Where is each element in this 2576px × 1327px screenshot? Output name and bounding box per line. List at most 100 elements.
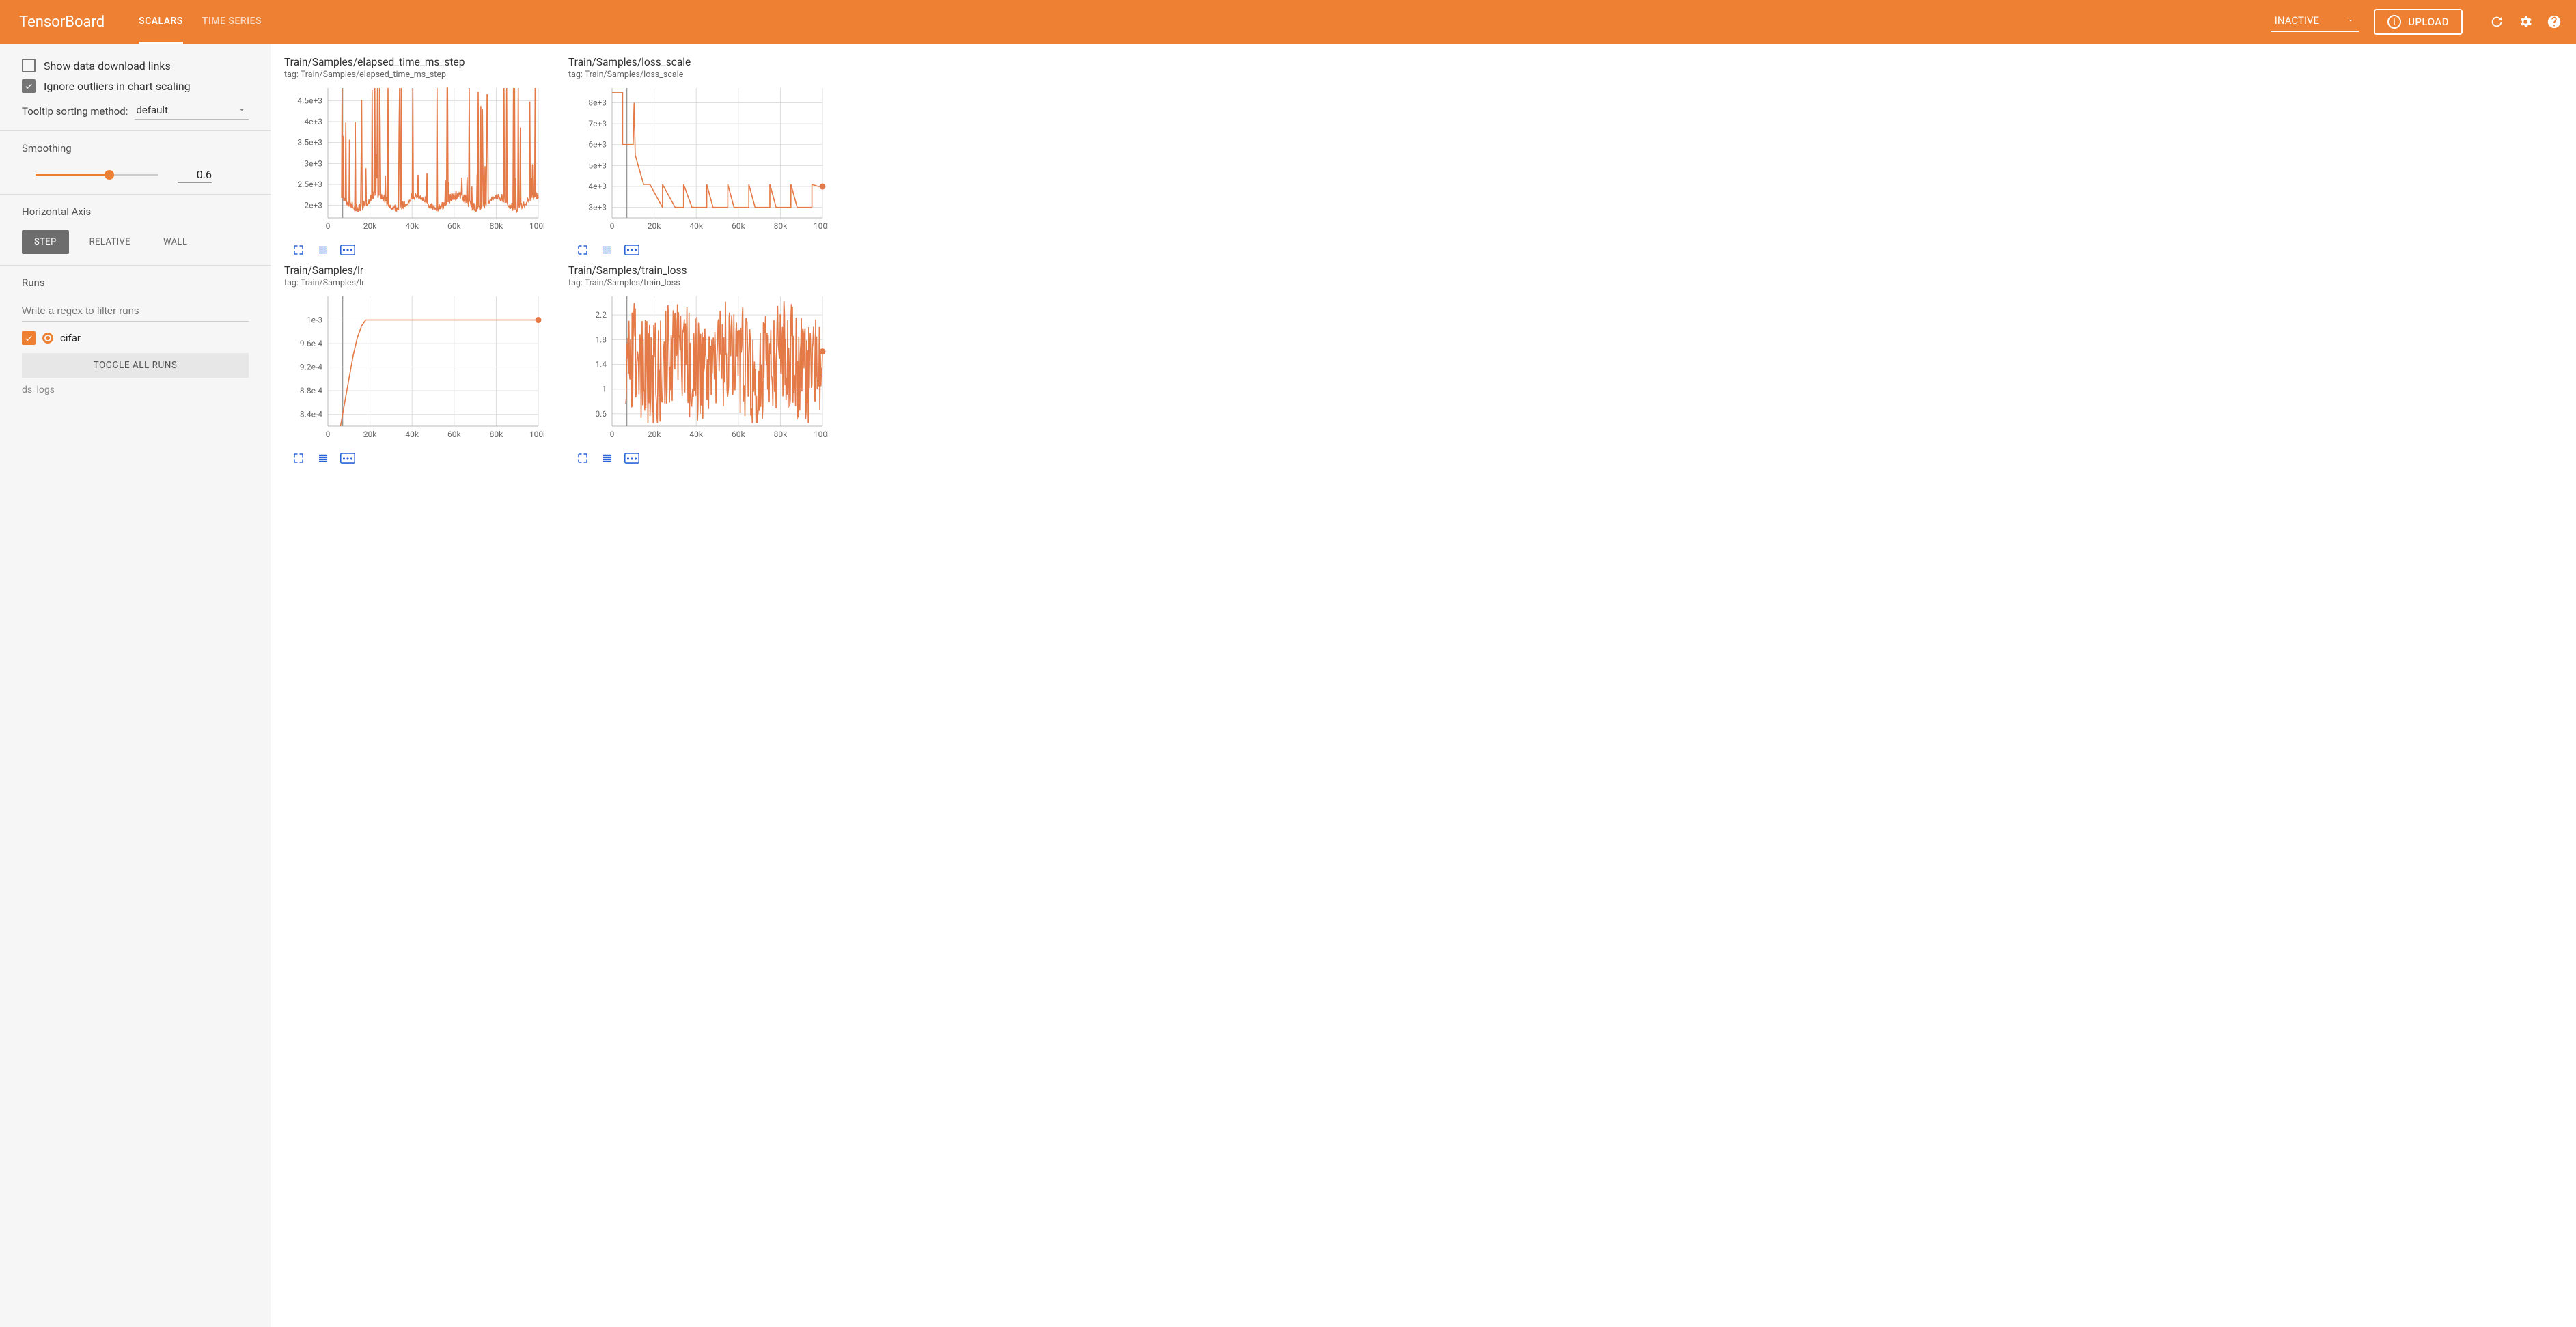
show-download-links-checkbox[interactable]: Show data download links xyxy=(22,59,249,72)
svg-text:60k: 60k xyxy=(732,221,745,231)
logdir-label: ds_logs xyxy=(22,385,249,395)
chart-toolbar xyxy=(284,451,564,466)
svg-text:9.2e-4: 9.2e-4 xyxy=(300,363,322,372)
svg-text:5e+3: 5e+3 xyxy=(588,160,607,170)
axis-relative-button[interactable]: RELATIVE xyxy=(77,230,143,254)
svg-text:100k: 100k xyxy=(529,430,544,439)
svg-text:8.4e-4: 8.4e-4 xyxy=(300,410,322,419)
help-icon xyxy=(2547,14,2562,29)
svg-text:8.8e-4: 8.8e-4 xyxy=(300,386,322,395)
svg-text:0.6: 0.6 xyxy=(595,409,607,419)
checkbox-label: Ignore outliers in chart scaling xyxy=(44,80,191,93)
ignore-outliers-checkbox[interactable]: Ignore outliers in chart scaling xyxy=(22,79,249,93)
chart-plot[interactable]: 020k40k60k80k100k0.611.41.82.2 xyxy=(568,292,828,444)
svg-text:4e+3: 4e+3 xyxy=(304,117,322,126)
svg-text:7e+3: 7e+3 xyxy=(588,119,607,128)
svg-text:3.5e+3: 3.5e+3 xyxy=(297,138,322,148)
chart-tag: tag: Train/Samples/loss_scale xyxy=(568,70,848,80)
smoothing-label: Smoothing xyxy=(22,142,249,154)
axis-wall-button[interactable]: WALL xyxy=(151,230,199,254)
chart-plot[interactable]: 020k40k60k80k100k2e+32.5e+33e+33.5e+34e+… xyxy=(284,84,544,236)
svg-text:20k: 20k xyxy=(363,430,377,439)
tab-scalars[interactable]: SCALARS xyxy=(139,0,183,44)
toggle-log-button[interactable] xyxy=(316,451,331,466)
chart-tag: tag: Train/Samples/train_loss xyxy=(568,278,848,288)
slider-thumb-icon xyxy=(105,170,114,180)
svg-text:2.5e+3: 2.5e+3 xyxy=(297,180,322,189)
expand-chart-button[interactable] xyxy=(291,451,306,466)
svg-text:4e+3: 4e+3 xyxy=(588,182,607,191)
svg-text:60k: 60k xyxy=(447,221,461,231)
chart-toolbar xyxy=(568,451,848,466)
fit-domain-button[interactable] xyxy=(624,242,639,257)
checkbox-icon xyxy=(22,59,36,72)
axis-step-button[interactable]: STEP xyxy=(22,230,69,254)
runs-filter-input[interactable] xyxy=(22,301,249,322)
svg-text:2e+3: 2e+3 xyxy=(304,201,322,210)
expand-chart-button[interactable] xyxy=(575,242,590,257)
checkbox-label: Show data download links xyxy=(44,59,171,72)
svg-text:8e+3: 8e+3 xyxy=(588,98,607,107)
info-icon: i xyxy=(2387,15,2401,29)
expand-chart-button[interactable] xyxy=(575,451,590,466)
svg-text:9.6e-4: 9.6e-4 xyxy=(300,339,322,348)
svg-text:40k: 40k xyxy=(689,221,703,231)
settings-button[interactable] xyxy=(2517,14,2534,30)
run-item: cifar xyxy=(22,331,249,345)
toggle-all-runs-button[interactable]: TOGGLE ALL RUNS xyxy=(22,353,249,378)
expand-chart-button[interactable] xyxy=(291,242,306,257)
svg-text:1.4: 1.4 xyxy=(595,360,607,369)
chart-card: Train/Samples/loss_scale tag: Train/Samp… xyxy=(568,56,848,257)
smoothing-value-input[interactable]: 0.6 xyxy=(178,167,212,183)
checkbox-checked-icon xyxy=(22,79,36,93)
chevron-down-icon xyxy=(2346,16,2355,25)
axis-button-group: STEP RELATIVE WALL xyxy=(22,230,249,254)
svg-text:20k: 20k xyxy=(363,221,377,231)
chart-plot[interactable]: 020k40k60k80k100k3e+34e+35e+36e+37e+38e+… xyxy=(568,84,828,236)
inactive-label: INACTIVE xyxy=(2275,14,2319,27)
chart-title: Train/Samples/elapsed_time_ms_step xyxy=(284,56,564,68)
run-color-icon xyxy=(42,333,53,344)
run-checkbox[interactable] xyxy=(22,331,36,345)
svg-text:60k: 60k xyxy=(732,430,745,439)
svg-text:4.5e+3: 4.5e+3 xyxy=(297,96,322,105)
gear-icon xyxy=(2518,14,2533,29)
tooltip-sort-select[interactable]: default xyxy=(135,102,249,120)
chart-tag: tag: Train/Samples/elapsed_time_ms_step xyxy=(284,70,564,80)
sidebar: Show data download links Ignore outliers… xyxy=(0,44,271,1327)
svg-text:1.8: 1.8 xyxy=(595,335,607,344)
fit-domain-button[interactable] xyxy=(624,451,639,466)
upload-button[interactable]: i UPLOAD xyxy=(2374,9,2463,35)
svg-text:3e+3: 3e+3 xyxy=(304,158,322,168)
svg-text:0: 0 xyxy=(610,221,615,231)
fit-domain-button[interactable] xyxy=(340,451,355,466)
svg-text:3e+3: 3e+3 xyxy=(588,203,607,212)
help-button[interactable] xyxy=(2546,14,2562,30)
toggle-log-button[interactable] xyxy=(600,242,615,257)
svg-text:100k: 100k xyxy=(529,221,544,231)
svg-text:40k: 40k xyxy=(405,430,419,439)
header-tabs: SCALARS TIME SERIES xyxy=(139,0,262,44)
toggle-log-button[interactable] xyxy=(600,451,615,466)
chart-toolbar xyxy=(568,242,848,257)
chart-card: Train/Samples/lr tag: Train/Samples/lr 0… xyxy=(284,264,564,466)
svg-text:1e-3: 1e-3 xyxy=(307,316,322,325)
tooltip-sort-value: default xyxy=(136,104,168,116)
smoothing-slider[interactable] xyxy=(36,173,158,176)
svg-text:1: 1 xyxy=(602,385,607,394)
svg-text:60k: 60k xyxy=(447,430,461,439)
inactive-plugins-dropdown[interactable]: INACTIVE xyxy=(2271,12,2359,32)
run-name: cifar xyxy=(60,332,81,344)
tab-time-series[interactable]: TIME SERIES xyxy=(202,0,262,44)
upload-label: UPLOAD xyxy=(2408,16,2449,28)
svg-text:0: 0 xyxy=(326,430,331,439)
reload-button[interactable] xyxy=(2489,14,2505,30)
svg-text:80k: 80k xyxy=(490,430,503,439)
chart-plot[interactable]: 0 20k 40k 60k 80k 100k 8.4e-4 8.8e-4 9.2e-4 9.6e-… xyxy=(284,292,544,444)
horizontal-axis-label: Horizontal Axis xyxy=(22,206,249,218)
fit-domain-button[interactable] xyxy=(340,242,355,257)
app-logo: TensorBoard xyxy=(19,14,105,31)
toggle-log-button[interactable] xyxy=(316,242,331,257)
svg-text:80k: 80k xyxy=(774,430,788,439)
svg-text:0: 0 xyxy=(326,221,331,231)
